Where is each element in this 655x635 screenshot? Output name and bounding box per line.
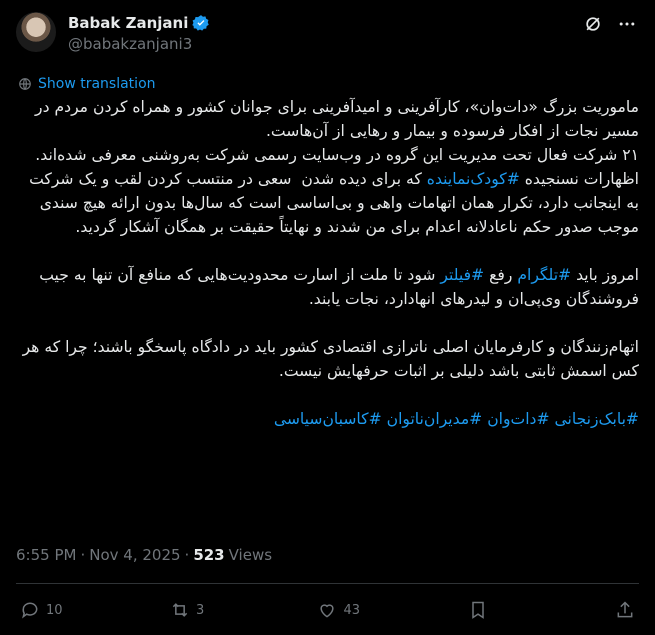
views-count: 523 [193,546,225,564]
tweet-time[interactable]: 6:55 PM [16,546,76,564]
meta-separator: · [184,546,190,564]
like-button[interactable]: 43 [317,600,360,620]
tweet-paragraph-4: اتهام‌زنندگان و کارفرمایان اصلی ناترازی … [17,338,639,380]
like-count: 43 [343,602,361,618]
hashtag-link[interactable]: #کودک‌نماینده [427,170,520,188]
author-display-name[interactable]: Babak Zanjani [68,14,188,32]
tweet-hashtags[interactable]: #بابک‌زنجانی #دات‌وان #مدیران‌ناتوان #کا… [16,407,639,431]
translate-icon [19,78,31,90]
tweet-date[interactable]: Nov 4, 2025 [89,546,180,564]
show-translation-label[interactable]: Show translation [38,76,156,92]
bookmark-button[interactable] [468,600,508,620]
tweet-actions: 10 3 43 [20,600,635,620]
tweet-paragraph-3: امروز باید #تلگرام رفع #فیلتر شود تا ملت… [16,263,639,311]
author-name-row: Babak Zanjani [68,14,210,32]
meta-separator: · [80,546,86,564]
share-button[interactable] [615,600,635,620]
hashtag-link[interactable]: #تلگرام [517,266,571,284]
header-actions [583,14,637,34]
author-handle[interactable]: @babakzanjani3 [68,35,192,53]
reply-icon [22,602,38,619]
tweet-text-segment: امروز باید [571,266,639,284]
grok-icon[interactable] [583,14,603,34]
reply-count: 10 [46,602,63,618]
more-options-icon[interactable] [617,14,637,34]
repost-button[interactable]: 3 [170,600,210,620]
tweet-paragraph-2: اظهارات نسنجیده #کودک‌نماینده که برای دی… [16,167,639,239]
tweet-meta: 6:55 PM · Nov 4, 2025 · 523 Views [16,546,272,564]
tweet-text: ماموریت بزرگ «دات‌وان»، کارآفرینی و امید… [16,95,639,431]
tweet-text-segment: اظهارات نسنجیده [519,170,639,188]
show-translation-link[interactable]: Show translation [18,76,156,92]
views-label: Views [228,546,273,564]
repost-count: 3 [196,602,205,618]
repost-icon [172,603,188,617]
reply-button[interactable]: 10 [20,600,63,620]
hashtag-link[interactable]: #فیلتر [440,266,484,284]
tweet-text-segment: رفع [484,266,518,284]
share-icon [617,601,633,618]
tweet-paragraph-1: ماموریت بزرگ «دات‌وان»، کارآفرینی و امید… [35,98,639,164]
heart-icon [320,604,335,618]
author-avatar[interactable] [16,12,56,52]
divider [16,583,639,584]
bookmark-icon [471,601,484,619]
verified-badge-icon [192,15,210,31]
